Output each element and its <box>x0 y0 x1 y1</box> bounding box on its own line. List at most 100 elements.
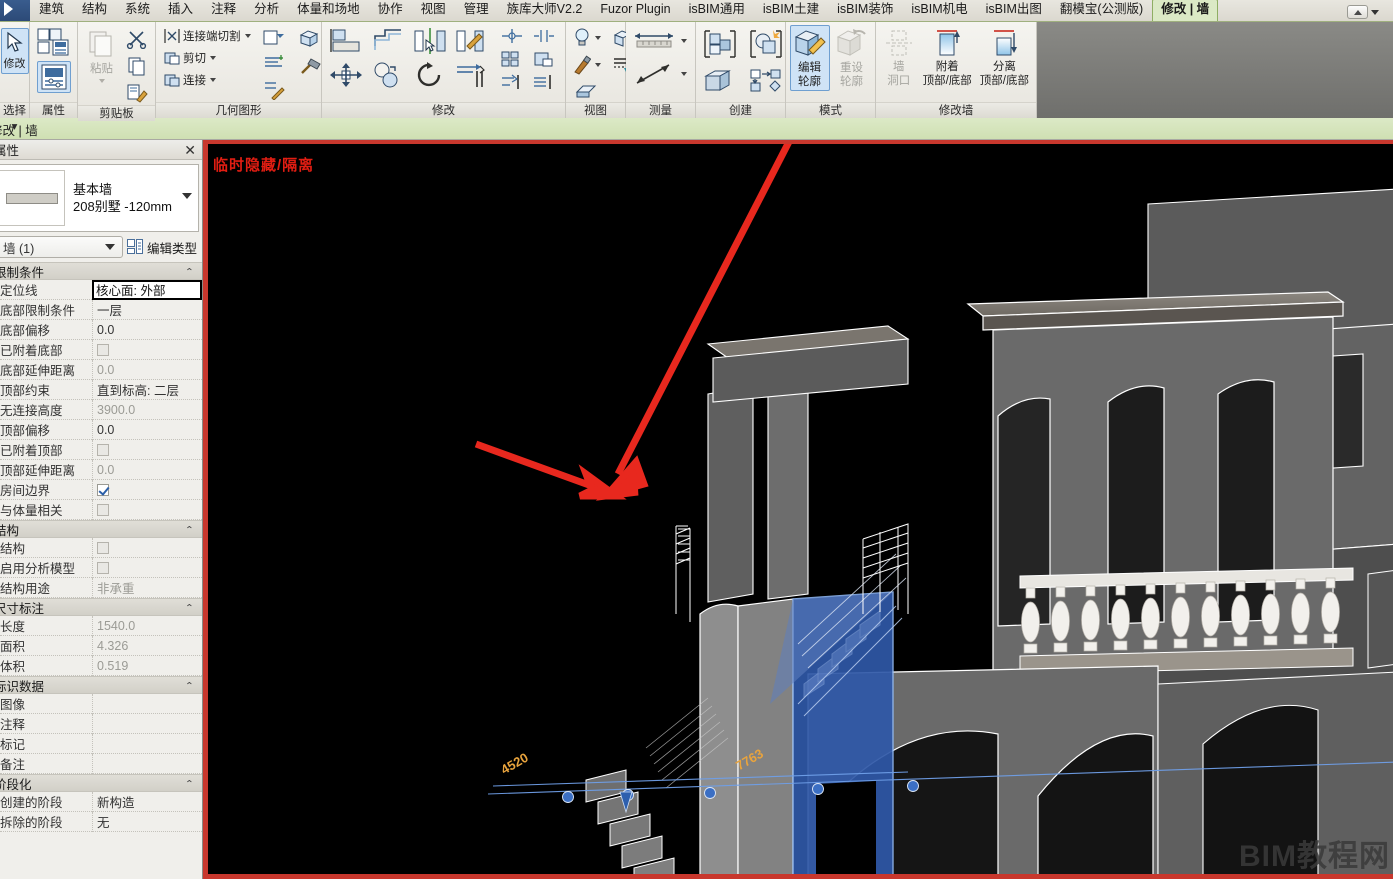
cope-button[interactable]: 连接端切割 <box>160 26 254 46</box>
create-similar-button[interactable] <box>700 27 740 61</box>
create-group-shapes-button[interactable] <box>746 66 786 96</box>
tab-xiezuo[interactable]: 协作 <box>369 0 412 21</box>
tab-modify-wall[interactable]: 修改 | 墙 <box>1152 0 1219 21</box>
property-value[interactable]: 0.0 <box>92 419 202 440</box>
mirror-draw-axis-button[interactable] <box>452 26 492 56</box>
detach-top-base-button[interactable]: 分离 顶部/底部 <box>977 26 1032 90</box>
checkbox[interactable] <box>97 443 109 456</box>
property-group-header[interactable]: 阶段化 ⌃ <box>0 774 202 792</box>
mirror-pick-axis-button[interactable] <box>410 26 450 56</box>
tab-zukudashi[interactable]: 族库大师V2.2 <box>498 0 592 21</box>
cut-geometry-button[interactable]: 剪切 <box>160 48 254 68</box>
property-row[interactable]: 与体量相关 <box>0 499 202 520</box>
measure-along-button[interactable] <box>630 30 690 52</box>
cut-button[interactable] <box>123 27 151 51</box>
property-value[interactable] <box>92 733 202 754</box>
property-value[interactable] <box>92 479 202 500</box>
modify-select-button[interactable]: 修改 <box>0 28 29 74</box>
chevron-down-icon[interactable] <box>595 63 601 67</box>
tab-xitong[interactable]: 系统 <box>116 0 159 21</box>
property-row[interactable]: 面积 4.326 <box>0 635 202 656</box>
tab-isbim-tujian[interactable]: isBIM土建 <box>754 0 828 21</box>
ribbon-minimize-group[interactable] <box>1347 5 1379 19</box>
join-geometry-button[interactable]: 连接 <box>160 70 254 90</box>
property-row[interactable]: 定位线 核心面: 外部 <box>0 279 202 300</box>
tab-isbim-zhuangshi[interactable]: isBIM装饰 <box>828 0 902 21</box>
wall-opening-button[interactable]: 墙 洞口 <box>880 26 918 90</box>
checkbox[interactable] <box>97 343 109 356</box>
align-button[interactable] <box>326 26 366 56</box>
tab-zhushi[interactable]: 注释 <box>202 0 245 21</box>
align-right-button[interactable] <box>530 72 558 92</box>
property-row[interactable]: 底部限制条件 一层 <box>0 299 202 320</box>
property-row[interactable]: 注释 <box>0 713 202 734</box>
tab-tiliang[interactable]: 体量和场地 <box>288 0 369 21</box>
close-icon[interactable]: ✕ <box>184 142 196 158</box>
create-parts-button[interactable] <box>700 66 740 96</box>
property-value[interactable] <box>92 753 202 774</box>
property-row[interactable]: 体积 0.519 <box>0 655 202 676</box>
edit-type-button[interactable]: 编辑类型 <box>126 238 199 257</box>
viewport-canvas[interactable]: 临时隐藏/隔离 4520 7763 BIM教程网 <box>208 144 1393 874</box>
property-row[interactable]: 启用分析模型 <box>0 557 202 578</box>
property-value[interactable]: 0.0 <box>92 319 202 340</box>
property-value[interactable]: 无 <box>92 811 202 832</box>
property-row[interactable]: 顶部偏移 0.0 <box>0 419 202 440</box>
property-group-header[interactable]: 标识数据 ⌃ <box>0 676 202 694</box>
chevron-up-icon[interactable]: ⌃ <box>185 524 194 535</box>
type-selector[interactable]: 基本墙 208别墅 -120mm <box>0 164 199 232</box>
property-row[interactable]: 顶部延伸距离 0.0 <box>0 459 202 480</box>
property-row[interactable]: 结构 <box>0 537 202 558</box>
offset-button[interactable] <box>368 26 408 56</box>
chevron-down-icon[interactable] <box>98 79 105 83</box>
split-face-button[interactable] <box>259 26 289 50</box>
property-value[interactable]: 1540.0 <box>92 615 202 636</box>
checkbox[interactable] <box>97 561 109 574</box>
wall-joins-button[interactable] <box>259 78 289 102</box>
property-row[interactable]: 拆除的阶段 无 <box>0 811 202 832</box>
chevron-up-icon[interactable]: ⌃ <box>185 602 194 613</box>
property-value[interactable]: 直到标高: 二层 <box>92 379 202 400</box>
create-assembly-button[interactable] <box>746 27 786 61</box>
property-value[interactable]: 非承重 <box>92 577 202 598</box>
copy-element-button[interactable] <box>368 60 408 90</box>
property-value[interactable] <box>92 557 202 578</box>
tab-jianzhu[interactable]: 建筑 <box>30 0 73 21</box>
chevron-down-icon[interactable] <box>681 39 687 43</box>
chevron-down-icon[interactable] <box>210 78 216 82</box>
tab-charu[interactable]: 插入 <box>159 0 202 21</box>
property-value[interactable] <box>92 713 202 734</box>
chevron-up-icon[interactable]: ⌃ <box>185 680 194 691</box>
match-type-button[interactable] <box>123 81 151 105</box>
app-menu-button[interactable] <box>0 0 30 21</box>
property-row[interactable]: 房间边界 <box>0 479 202 500</box>
tab-isbim-tongyong[interactable]: isBIM通用 <box>680 0 754 21</box>
property-value[interactable]: 3900.0 <box>92 399 202 420</box>
3d-viewport[interactable]: 临时隐藏/隔离 4520 7763 BIM教程网 <box>203 140 1393 879</box>
property-value[interactable]: 0.0 <box>92 359 202 380</box>
property-row[interactable]: 备注 <box>0 753 202 774</box>
tab-guanli[interactable]: 管理 <box>455 0 498 21</box>
property-group-header[interactable]: 尺寸标注 ⌃ <box>0 598 202 616</box>
edit-profile-button[interactable]: 编辑 轮廓 <box>789 25 830 91</box>
property-row[interactable]: 长度 1540.0 <box>0 615 202 636</box>
array-button[interactable] <box>498 49 526 69</box>
property-row[interactable]: 无连接高度 3900.0 <box>0 399 202 420</box>
tab-jiegou[interactable]: 结构 <box>73 0 116 21</box>
tab-shitu[interactable]: 视图 <box>412 0 455 21</box>
property-value[interactable]: 核心面: 外部 <box>92 279 202 300</box>
chevron-down-icon[interactable] <box>182 193 192 199</box>
property-row[interactable]: 已附着底部 <box>0 339 202 360</box>
chevron-up-icon[interactable]: ⌃ <box>185 778 194 789</box>
cut-profile-button[interactable] <box>572 80 600 102</box>
type-properties-button[interactable] <box>34 25 74 59</box>
property-value[interactable]: 新构造 <box>92 791 202 812</box>
property-value[interactable]: 一层 <box>92 299 202 320</box>
ribbon-minimize-icon[interactable] <box>1347 5 1368 19</box>
tab-isbim-chutu[interactable]: isBIM出图 <box>977 0 1051 21</box>
chevron-down-icon[interactable] <box>104 244 115 250</box>
attach-top-base-button[interactable]: 附着 顶部/底部 <box>920 26 975 90</box>
split-element-button[interactable] <box>498 26 526 46</box>
property-group-header[interactable]: 限制条件 ⌃ <box>0 262 202 280</box>
properties-palette-button[interactable] <box>36 61 71 93</box>
